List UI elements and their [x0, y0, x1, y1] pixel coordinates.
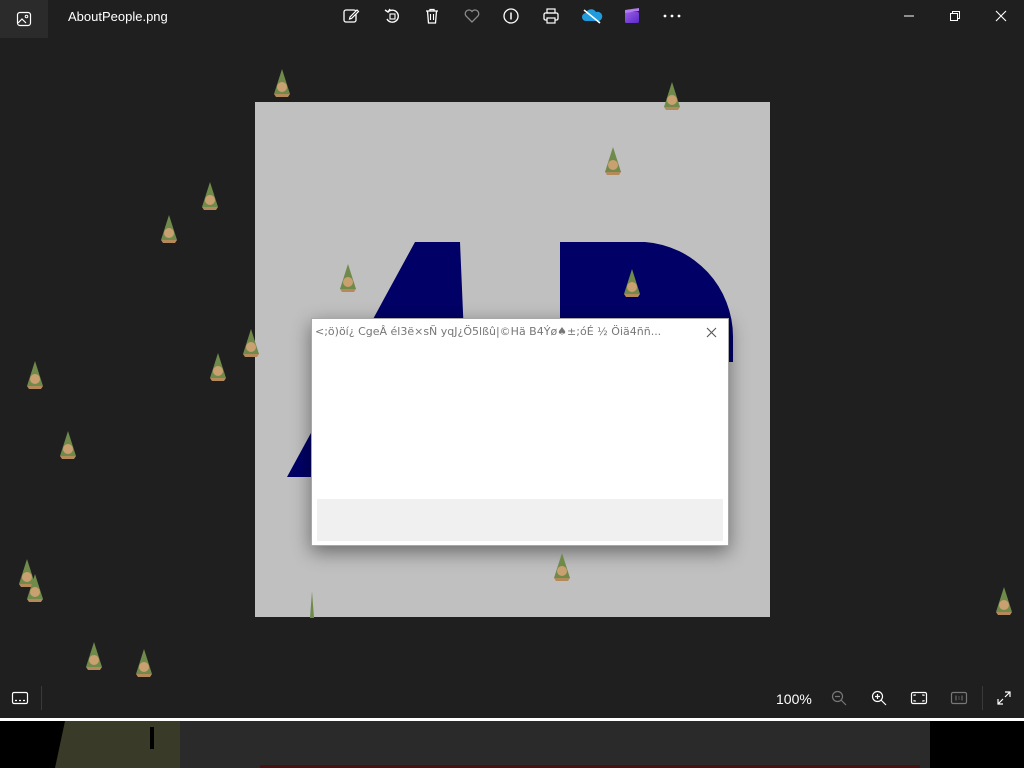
actual-size-icon — [950, 691, 968, 705]
message-dialog: <;ö)öí¿ CgeÂ él3ë×sÑ yqJ¿Ö5lßû|©Hä B4Ýø♠… — [311, 318, 729, 546]
title-bar: AboutPeople.png — [0, 0, 1024, 38]
trash-icon — [426, 8, 438, 24]
print-icon — [543, 8, 559, 24]
filmstrip-icon — [11, 691, 29, 705]
info-icon — [503, 8, 519, 24]
gnome-sprite — [86, 642, 102, 670]
heart-icon — [464, 9, 480, 23]
zoom-out-button[interactable] — [826, 687, 852, 709]
toolbar-divider — [41, 686, 42, 710]
gnome-sprite — [664, 82, 680, 110]
gnome-sprite — [210, 353, 226, 381]
minimize-button[interactable] — [891, 4, 927, 28]
photos-app-icon — [16, 11, 32, 27]
fit-window-icon — [910, 691, 928, 705]
delete-button[interactable] — [418, 4, 446, 28]
gnome-sprite — [624, 269, 640, 297]
gnome-sprite — [161, 215, 177, 243]
onedrive-button[interactable] — [578, 4, 606, 28]
more-button[interactable] — [658, 4, 686, 28]
restore-button[interactable] — [937, 4, 973, 28]
dialog-footer — [317, 499, 723, 541]
toolbar-divider — [982, 686, 983, 710]
onedrive-cloud-icon — [582, 9, 603, 24]
print-button[interactable] — [537, 4, 565, 28]
gnome-sprite — [274, 69, 290, 97]
expand-icon — [997, 691, 1011, 705]
gnome-sprite — [202, 182, 218, 210]
background-content-graphic — [55, 721, 930, 768]
restore-icon — [950, 11, 960, 21]
clipchamp-button[interactable] — [618, 4, 646, 28]
file-name: AboutPeople.png — [68, 9, 168, 24]
gnome-sprite — [605, 147, 621, 175]
gnome-sprite — [340, 264, 356, 292]
gnome-sprite — [996, 587, 1012, 615]
background-content-strip — [0, 721, 1024, 768]
zoom-in-button[interactable] — [866, 687, 892, 709]
close-icon — [995, 10, 1007, 22]
bottom-toolbar: 100% — [0, 678, 1024, 718]
image-viewer-canvas: <;ö)öí¿ CgeÂ él3ë×sÑ yqJ¿Ö5lßû|©Hä B4Ýø♠… — [0, 38, 1024, 678]
minimize-icon — [904, 15, 914, 17]
dialog-close-icon — [706, 327, 716, 337]
favorite-button[interactable] — [458, 4, 486, 28]
photos-app-button[interactable] — [0, 0, 48, 38]
gnome-sprite — [27, 361, 43, 389]
edit-image-button[interactable] — [337, 4, 365, 28]
gnome-sprite — [27, 574, 43, 602]
dialog-title: <;ö)öí¿ CgeÂ él3ë×sÑ yqJ¿Ö5lßû|©Hä B4Ýø♠… — [315, 325, 662, 338]
dialog-close-button[interactable] — [702, 323, 720, 341]
rotate-button[interactable] — [378, 4, 406, 28]
gnome-sprite — [136, 649, 152, 677]
info-button[interactable] — [497, 4, 525, 28]
gnome-sprite — [310, 591, 314, 618]
gnome-sprite — [60, 431, 76, 459]
more-icon — [663, 14, 681, 18]
full-screen-button[interactable] — [991, 687, 1017, 709]
actual-size-button[interactable] — [946, 687, 972, 709]
edit-image-icon — [343, 9, 360, 23]
rotate-icon — [384, 8, 399, 23]
gnome-sprite — [243, 329, 259, 357]
gnome-sprite — [554, 553, 570, 581]
fit-to-window-button[interactable] — [906, 687, 932, 709]
close-window-button[interactable] — [983, 4, 1019, 28]
clipchamp-icon — [625, 8, 639, 23]
filmstrip-toggle-button[interactable] — [7, 687, 33, 709]
zoom-out-icon — [831, 690, 847, 706]
zoom-in-icon — [871, 690, 887, 706]
zoom-level: 100% — [776, 691, 812, 707]
